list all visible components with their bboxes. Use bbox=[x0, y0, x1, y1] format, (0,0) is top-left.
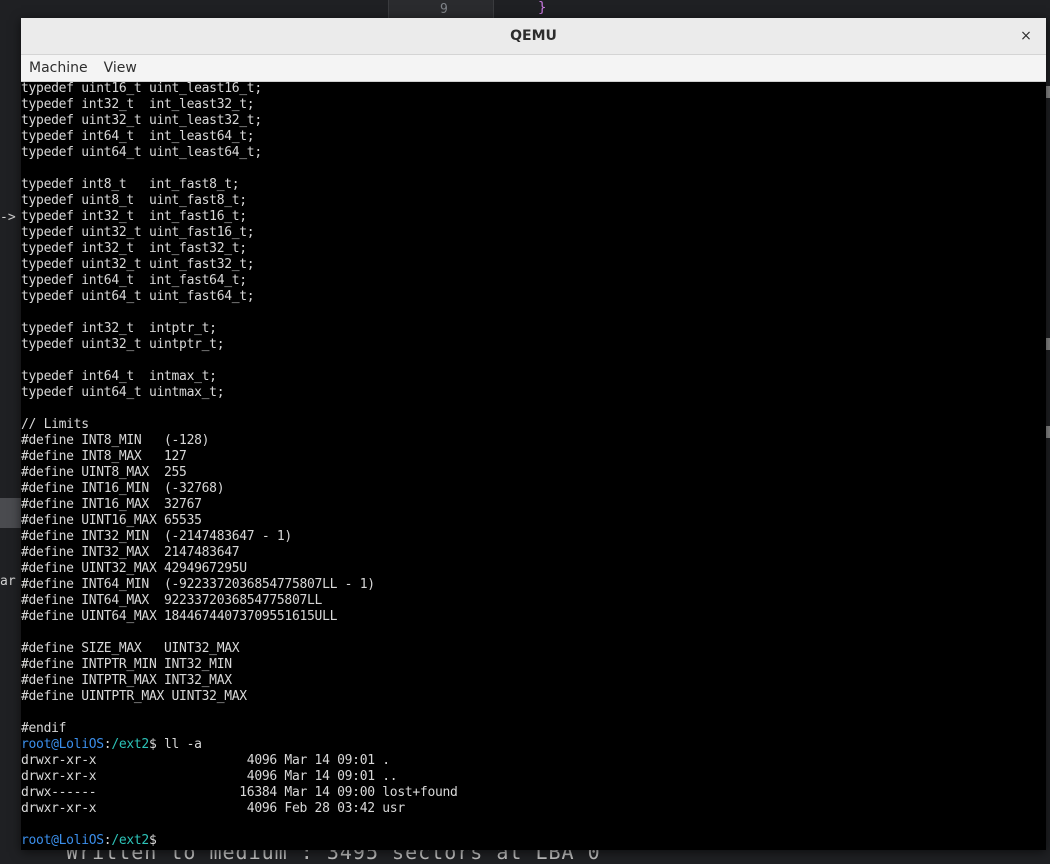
window-title: QEMU bbox=[510, 28, 557, 44]
prompt-user: root@LoliOS bbox=[21, 833, 104, 848]
terminal-line: // Limits bbox=[21, 417, 89, 432]
terminal-line: typedef uint32_t uint_fast16_t; bbox=[21, 225, 255, 240]
terminal-line: typedef uint16_t uint_least16_t; bbox=[21, 82, 262, 96]
terminal-line: drwxr-xr-x 4096 Mar 14 09:01 . bbox=[21, 753, 390, 768]
terminal-line: typedef uint32_t uintptr_t; bbox=[21, 337, 225, 352]
terminal-line: #define SIZE_MAX UINT32_MAX bbox=[21, 641, 240, 656]
background-arrow: -> bbox=[0, 210, 16, 225]
editor-brace: } bbox=[538, 0, 547, 16]
prompt-path: /ext2 bbox=[111, 737, 149, 752]
prompt-symbol: $ bbox=[148, 737, 165, 752]
terminal-line: typedef int64_t int_fast64_t; bbox=[21, 273, 247, 288]
terminal-line: #define UINT64_MAX 18446744073709551615U… bbox=[21, 609, 338, 624]
terminal-line: #define UINT16_MAX 65535 bbox=[21, 513, 202, 528]
terminal-output: typedef uint16_t uint_least16_t; typedef … bbox=[21, 82, 458, 849]
background-text: ar bbox=[0, 574, 16, 589]
menu-view[interactable]: View bbox=[96, 60, 145, 76]
terminal-line: typedef int32_t int_fast16_t; bbox=[21, 209, 247, 224]
title-bar[interactable]: QEMU × bbox=[21, 18, 1046, 55]
scroll-marker bbox=[1046, 426, 1050, 438]
terminal-line: typedef uint64_t uint_fast64_t; bbox=[21, 289, 255, 304]
terminal-line: typedef int32_t int_fast32_t; bbox=[21, 241, 247, 256]
terminal-line: drwxr-xr-x 4096 Mar 14 09:01 .. bbox=[21, 769, 398, 784]
terminal-line: #define INT64_MAX 9223372036854775807LL bbox=[21, 593, 323, 608]
terminal-line: #define INTPTR_MAX INT32_MAX bbox=[21, 673, 232, 688]
terminal-line: #define INT8_MAX 127 bbox=[21, 449, 187, 464]
prompt-symbol: $ bbox=[148, 833, 157, 848]
terminal-line: #define INT64_MIN (-9223372036854775807L… bbox=[21, 577, 375, 592]
editor-line-number: 9 bbox=[440, 2, 448, 17]
shell-prompt: root@LoliOS:/ext2$ bbox=[21, 833, 458, 849]
scroll-marker bbox=[1046, 86, 1050, 98]
vm-display[interactable]: typedef uint16_t uint_least16_t; typedef … bbox=[21, 82, 1046, 850]
terminal-line: #define UINT8_MAX 255 bbox=[21, 465, 187, 480]
terminal-line: #endif bbox=[21, 721, 67, 736]
qemu-window: QEMU × Machine View typedef uint16_t uin… bbox=[21, 18, 1046, 850]
shell-prompt: root@LoliOS:/ext2$ ll -a bbox=[21, 737, 458, 753]
background-panel bbox=[0, 498, 21, 528]
terminal-line: drwxr-xr-x 4096 Feb 28 03:42 usr bbox=[21, 801, 405, 816]
scroll-marker bbox=[1046, 338, 1050, 350]
terminal-line: typedef uint32_t uint_fast32_t; bbox=[21, 257, 255, 272]
terminal-line: #define INT16_MIN (-32768) bbox=[21, 481, 225, 496]
prompt-command: ll -a bbox=[164, 737, 202, 752]
terminal-line: #define UINT32_MAX 4294967295U bbox=[21, 561, 247, 576]
close-button[interactable]: × bbox=[1016, 26, 1036, 46]
terminal-line: typedef uint64_t uint_least64_t; bbox=[21, 145, 262, 160]
terminal-line: typedef int64_t intmax_t; bbox=[21, 369, 217, 384]
terminal-line: typedef uint8_t uint_fast8_t; bbox=[21, 193, 247, 208]
prompt-user: root@LoliOS bbox=[21, 737, 104, 752]
menu-bar: Machine View bbox=[21, 55, 1046, 82]
terminal-line: typedef int32_t intptr_t; bbox=[21, 321, 217, 336]
terminal-line: typedef uint64_t uintmax_t; bbox=[21, 385, 225, 400]
terminal-line: drwx------ 16384 Mar 14 09:00 lost+found bbox=[21, 785, 458, 800]
terminal-line: #define INT8_MIN (-128) bbox=[21, 433, 210, 448]
prompt-path: /ext2 bbox=[111, 833, 149, 848]
menu-machine[interactable]: Machine bbox=[21, 60, 96, 76]
terminal-line: #define INT32_MIN (-2147483647 - 1) bbox=[21, 529, 292, 544]
terminal-line: #define INTPTR_MIN INT32_MIN bbox=[21, 657, 232, 672]
terminal-line: #define INT16_MAX 32767 bbox=[21, 497, 202, 512]
terminal-line: typedef int32_t int_least32_t; bbox=[21, 97, 255, 112]
terminal-line: typedef int64_t int_least64_t; bbox=[21, 129, 255, 144]
terminal-line: #define INT32_MAX 2147483647 bbox=[21, 545, 240, 560]
terminal-line: #define UINTPTR_MAX UINT32_MAX bbox=[21, 689, 247, 704]
terminal-line: typedef uint32_t uint_least32_t; bbox=[21, 113, 262, 128]
terminal-line: typedef int8_t int_fast8_t; bbox=[21, 177, 240, 192]
